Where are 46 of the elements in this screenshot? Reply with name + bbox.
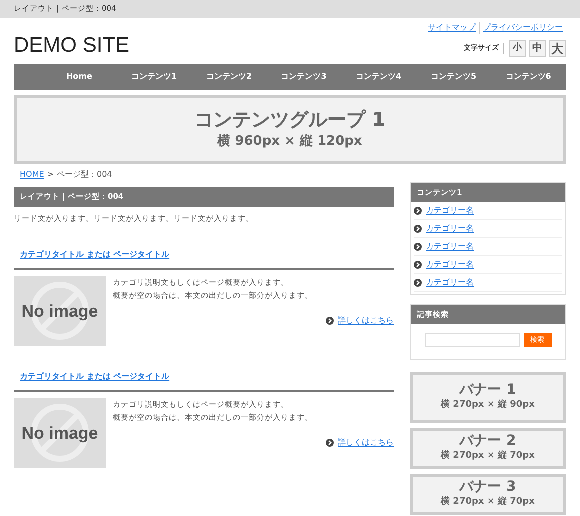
- category-link[interactable]: カテゴリー名: [426, 222, 474, 234]
- nav-item[interactable]: コンテンツ4: [341, 71, 416, 83]
- font-size-button[interactable]: 中: [529, 40, 546, 57]
- arrow-bullet-icon: [326, 439, 334, 448]
- arrow-bullet-icon: [414, 242, 422, 250]
- read-more-link[interactable]: 詳しくはこちら: [338, 437, 394, 450]
- hero-subtitle: 横 960px × 縦 120px: [218, 132, 362, 151]
- banner[interactable]: バナー 1 横 270px × 縦 90px: [410, 372, 566, 423]
- arrow-bullet-icon: [326, 317, 334, 326]
- arrow-bullet-icon: [414, 224, 422, 232]
- hero-title: コンテンツグループ 1: [194, 108, 386, 132]
- breadcrumb-home-link[interactable]: HOME: [20, 169, 44, 181]
- arrow-bullet-icon: [414, 278, 422, 286]
- banner[interactable]: バナー 2 横 270px × 縦 70px: [410, 428, 566, 469]
- banner-title: バナー 1: [460, 382, 516, 400]
- font-size-button[interactable]: 小: [509, 40, 526, 57]
- banner-size: 横 270px × 縦 70px: [441, 450, 535, 464]
- category-link[interactable]: カテゴリー名: [426, 204, 474, 216]
- banner-title: バナー 2: [460, 433, 516, 450]
- entry-title-link[interactable]: カテゴリタイトル または ページタイトル: [20, 372, 170, 382]
- nav-item[interactable]: コンテンツ6: [491, 71, 566, 83]
- nav-item[interactable]: コンテンツ5: [416, 71, 492, 83]
- category-link[interactable]: カテゴリー名: [426, 258, 474, 270]
- nav-item[interactable]: コンテンツ1: [116, 71, 192, 83]
- search-field[interactable]: [424, 333, 520, 347]
- no-image-text: No image: [22, 422, 98, 445]
- entry-title-link[interactable]: カテゴリタイトル または ページタイトル: [20, 250, 170, 260]
- nav-item[interactable]: コンテンツ2: [192, 71, 267, 83]
- read-more-link[interactable]: 詳しくはこちら: [338, 315, 394, 328]
- category-link[interactable]: カテゴリー名: [426, 240, 474, 252]
- banner-size: 横 270px × 縦 90px: [441, 399, 535, 412]
- banner-size: 横 270px × 縦 70px: [441, 496, 535, 510]
- banner[interactable]: バナー 3 横 270px × 縦 70px: [410, 474, 566, 515]
- breadcrumb-separator: >: [47, 169, 54, 181]
- arrow-bullet-icon: [414, 206, 422, 214]
- site-title[interactable]: DEMO SITE: [14, 30, 130, 64]
- category-link[interactable]: カテゴリー名: [426, 276, 474, 288]
- font-size-button[interactable]: 大: [549, 40, 566, 57]
- nav-item[interactable]: コンテンツ3: [266, 71, 342, 83]
- no-image-text: No image: [22, 300, 98, 323]
- arrow-bullet-icon: [414, 260, 422, 268]
- header-link[interactable]: サイトマップ: [425, 22, 479, 34]
- header-link[interactable]: プライバシーポリシー: [479, 22, 566, 34]
- banner-title: バナー 3: [460, 479, 516, 496]
- breadcrumb-current: ページ型：004: [56, 169, 112, 181]
- nav-item[interactable]: Home: [42, 71, 117, 83]
